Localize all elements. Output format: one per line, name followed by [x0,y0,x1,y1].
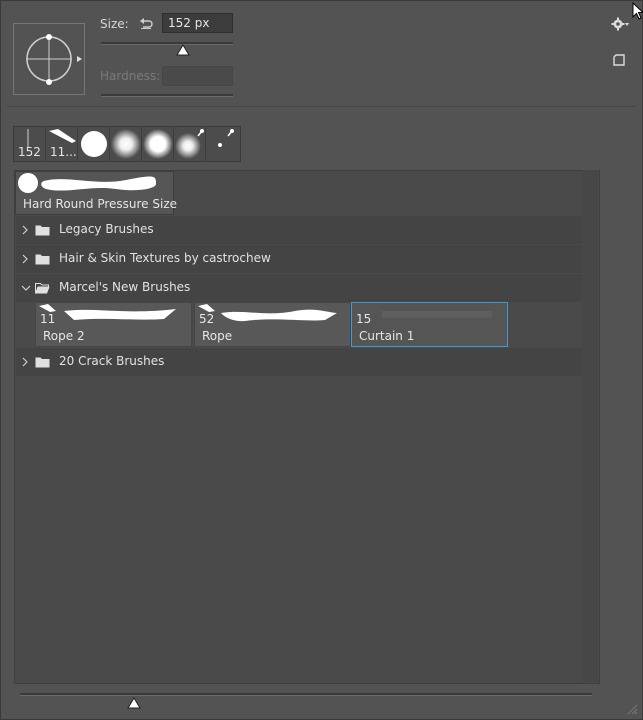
hardness-label: Hardness: [100,69,161,83]
resize-grip-icon[interactable] [626,703,638,715]
reset-size-icon[interactable] [138,15,154,31]
curtain-stroke-preview [382,311,492,318]
hardness-slider [101,94,233,97]
current-brush-tile[interactable]: Hard Round Pressure Size [15,171,178,215]
chevron-right-icon[interactable] [21,356,29,368]
gear-icon[interactable] [611,17,629,31]
current-brush-label: Hard Round Pressure Size [23,197,178,211]
brush-tile-rope[interactable]: 52 Rope [194,302,351,347]
folder-icon [35,225,50,236]
size-slider-thumb[interactable] [176,44,190,56]
new-preset-icon[interactable] [613,54,625,66]
recent-brush[interactable] [78,127,110,161]
brush-tip-preview[interactable] [13,23,85,95]
folder-icon [35,254,50,265]
recent-brush[interactable] [142,127,174,161]
chevron-down-icon[interactable] [20,282,32,294]
recent-brush[interactable] [110,127,142,161]
recent-brush[interactable] [206,127,237,161]
brush-group-crack[interactable]: 20 Crack Brushes [16,348,582,376]
chevron-right-icon[interactable] [21,224,29,236]
brush-angle-widget[interactable] [14,24,84,94]
hardness-input [162,66,233,86]
brush-group-hair-skin[interactable]: Hair & Skin Textures by castrochew [16,245,582,273]
brush-group-legacy[interactable]: Legacy Brushes [16,216,582,244]
recent-brush[interactable]: 11... [46,127,78,161]
rope-stroke-preview [198,304,337,322]
mouse-cursor-icon [632,2,643,20]
recent-brush[interactable]: 152 [14,127,46,161]
rope-stroke-preview [39,304,176,320]
hard-round-stroke-preview [18,173,156,193]
size-input[interactable]: 152 px [162,13,233,33]
recent-brushes-strip: 152 11... [13,126,241,162]
thumbnail-size-slider[interactable] [20,693,592,696]
brush-tile-rope-2[interactable]: 11 Rope 2 [35,302,192,347]
list-scrollbar[interactable] [582,170,598,682]
folder-icon [35,357,50,368]
open-folder-icon [35,283,50,294]
brush-group-marcels[interactable]: Marcel's New Brushes [16,274,582,302]
recent-brush[interactable] [174,127,206,161]
panel-divider [7,106,636,107]
size-slider[interactable] [101,42,233,45]
chevron-right-icon[interactable] [21,253,29,265]
size-label: Size: [100,17,129,31]
thumbnail-size-slider-thumb[interactable] [127,697,141,709]
brush-tile-curtain-1[interactable]: 15 Curtain 1 [351,302,508,347]
